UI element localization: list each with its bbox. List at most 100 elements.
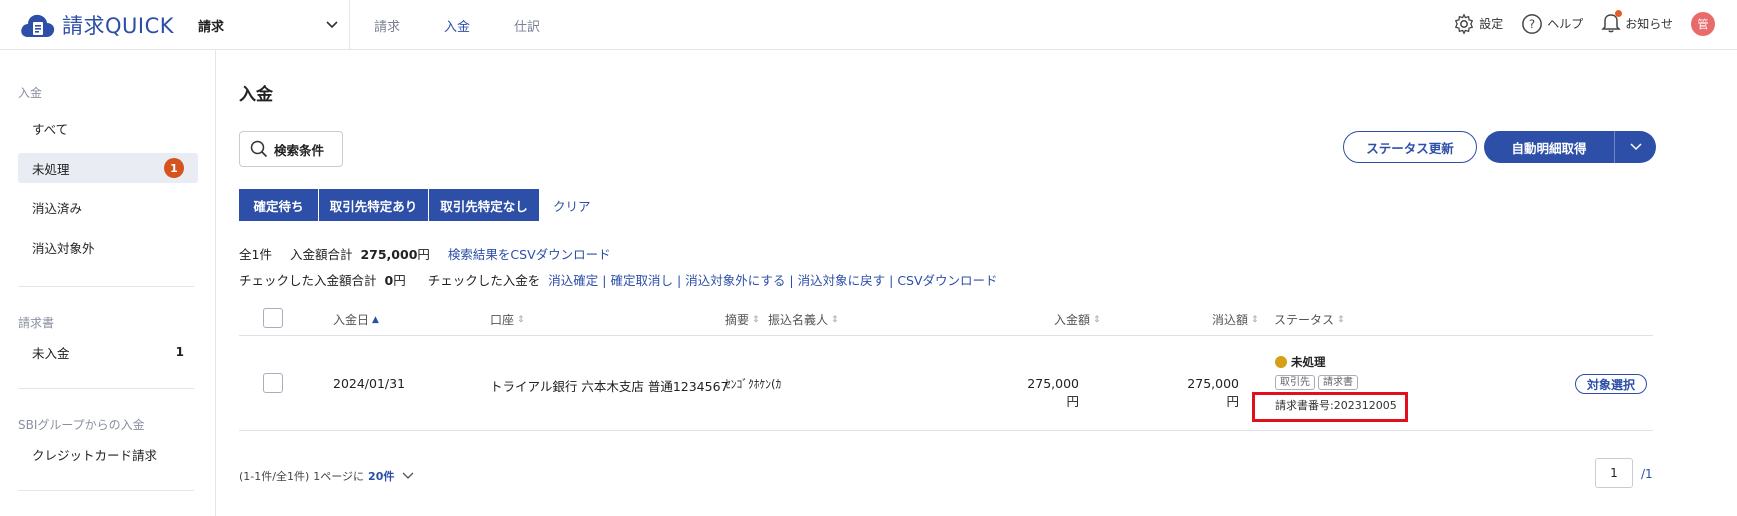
header-right: 設定 ? ヘルプ お知らせ 管 xyxy=(1453,10,1715,36)
status-label: 未処理 xyxy=(1291,355,1326,369)
checked-action-label: チェックした入金を xyxy=(427,273,541,288)
checked-amount: 0 xyxy=(384,273,394,288)
sidebar-divider xyxy=(18,286,194,287)
sidebar-item-label: クレジットカード請求 xyxy=(32,447,158,463)
product-select[interactable]: 請求 xyxy=(198,14,338,36)
auto-fetch-dropdown-button[interactable] xyxy=(1614,131,1656,163)
page-total: /1 xyxy=(1641,467,1653,481)
chevron-down-icon[interactable] xyxy=(402,472,414,480)
avatar[interactable]: 管 xyxy=(1691,11,1715,36)
column-header-label: 口座 xyxy=(490,313,515,327)
svg-text:?: ? xyxy=(1529,17,1535,31)
sort-asc-icon: ▲ xyxy=(372,314,379,325)
chevron-down-icon xyxy=(326,21,338,29)
column-header-label: 入金額 xyxy=(1054,313,1091,327)
checked-amount-label: チェックした入金額合計 xyxy=(239,273,377,288)
total-amount-label: 入金額合計 xyxy=(289,247,353,262)
status-update-button[interactable]: ステータス更新 xyxy=(1343,131,1477,163)
action-csv-download[interactable]: CSVダウンロード xyxy=(897,270,997,289)
total-amount-yen: 円 xyxy=(417,247,430,262)
sort-icon: ⇕ xyxy=(752,314,760,325)
action-confirm-clear[interactable]: 消込確定 xyxy=(548,270,598,289)
total-count: 全1件 xyxy=(239,247,272,262)
header-divider xyxy=(349,0,350,50)
select-all-checkbox[interactable] xyxy=(263,308,283,328)
sidebar-item-unprocessed[interactable]: 未処理 1 xyxy=(18,153,198,183)
page-number-input[interactable]: 1 xyxy=(1595,458,1633,488)
clear-filters-link[interactable]: クリア xyxy=(553,196,591,215)
column-header-label: ステータス xyxy=(1274,313,1335,327)
sidebar-section-sbi: SBIグループからの入金 xyxy=(18,418,145,432)
sidebar-divider xyxy=(18,388,194,389)
column-header-cleared[interactable]: 消込額 ⇕ xyxy=(1212,311,1259,328)
logo-text: 請求QUICK xyxy=(62,14,175,38)
column-header-payer[interactable]: 振込名義人 ⇕ xyxy=(768,311,839,328)
sort-icon: ⇕ xyxy=(1251,314,1259,325)
bell-wrap xyxy=(1601,10,1623,36)
sidebar-item-all[interactable]: すべて xyxy=(18,113,198,143)
sidebar-section-payment: 入金 xyxy=(18,86,43,100)
action-cancel-confirm[interactable]: 確定取消し xyxy=(610,270,673,289)
cell-payer: ｾﾝｺﾞｸﾎｹﾝ(ｶ xyxy=(725,377,782,391)
action-restore[interactable]: 消込対象に戻す xyxy=(798,270,886,289)
csv-download-results-link[interactable]: 検索結果をCSVダウンロード xyxy=(448,244,611,263)
separator: | xyxy=(789,273,794,288)
filter-pending-confirm[interactable]: 確定待ち xyxy=(239,189,319,221)
annotation-highlight-box xyxy=(1252,392,1408,422)
separator: | xyxy=(602,273,607,288)
settings-label: 設定 xyxy=(1479,17,1504,31)
sidebar-item-cleared[interactable]: 消込済み xyxy=(18,192,198,222)
auto-fetch-button[interactable]: 自動明細取得 xyxy=(1484,131,1614,163)
column-header-memo[interactable]: 摘要 ⇕ xyxy=(725,311,760,328)
select-target-button[interactable]: 対象選択 xyxy=(1575,374,1647,394)
sidebar-item-unpaid[interactable]: 未入金 1 xyxy=(18,337,198,367)
tag-customer: 取引先 xyxy=(1275,375,1315,390)
product-select-value: 請求 xyxy=(198,19,225,35)
action-exclude[interactable]: 消込対象外にする xyxy=(685,270,785,289)
summary-totals: 全1件 入金額合計 275,000円 検索結果をCSVダウンロード xyxy=(239,244,611,263)
status-pending-dot xyxy=(1275,356,1287,368)
help-label: ヘルプ xyxy=(1547,17,1584,31)
notifications-button[interactable]: お知らせ xyxy=(1601,10,1673,36)
pagination-info: (1-1件/全1件) 1ページに 20件 xyxy=(239,468,414,484)
status-filters: 確定待ち 取引先特定あり 取引先特定なし クリア xyxy=(239,189,591,221)
cell-amount: 275,000円 xyxy=(1027,376,1079,409)
sidebar: 入金 すべて 未処理 1 消込済み 消込対象外 請求書 未入金 1 SBIグルー… xyxy=(0,50,216,516)
column-header-label: 摘要 xyxy=(725,313,750,327)
auto-fetch-split-button: 自動明細取得 xyxy=(1484,131,1656,163)
search-conditions-label: 検索条件 xyxy=(274,142,325,158)
per-page-select[interactable]: 20件 xyxy=(368,468,394,484)
sidebar-section-invoice: 請求書 xyxy=(18,316,55,330)
checked-amount-yen: 円 xyxy=(393,273,406,288)
separator: | xyxy=(677,273,682,288)
row-checkbox[interactable] xyxy=(263,373,283,393)
column-header-account[interactable]: 口座 ⇕ xyxy=(490,311,525,328)
sidebar-item-excluded[interactable]: 消込対象外 xyxy=(18,232,198,262)
page-title: 入金 xyxy=(239,85,273,105)
top-nav: 請求 入金 仕訳 xyxy=(374,16,540,35)
nav-invoice[interactable]: 請求 xyxy=(374,16,400,35)
column-header-label: 消込額 xyxy=(1212,313,1249,327)
help-button[interactable]: ? ヘルプ xyxy=(1521,13,1583,35)
search-conditions-button[interactable]: 検索条件 xyxy=(239,131,343,167)
filter-customer-identified[interactable]: 取引先特定あり xyxy=(319,189,429,221)
separator: | xyxy=(889,273,894,288)
settings-button[interactable]: 設定 xyxy=(1453,12,1504,35)
cell-status: 未処理 xyxy=(1275,354,1326,370)
app-header: 請求QUICK 請求 請求 入金 仕訳 設定 ? ヘルプ お知らせ 管 xyxy=(0,0,1737,50)
table-row[interactable]: 2024/01/31 トライアル銀行 六本木支店 普通1234567 ｾﾝｺﾞｸ… xyxy=(239,337,1653,431)
chevron-down-icon xyxy=(1629,143,1642,151)
column-header-date[interactable]: 入金日 ▲ xyxy=(333,311,379,328)
app-logo[interactable]: 請求QUICK xyxy=(20,10,174,40)
column-header-status[interactable]: ステータス ⇕ xyxy=(1274,311,1345,328)
cloud-document-icon xyxy=(21,14,55,38)
column-header-amount[interactable]: 入金額 ⇕ xyxy=(1054,311,1101,328)
sort-icon: ⇕ xyxy=(1093,314,1101,325)
filter-customer-unidentified[interactable]: 取引先特定なし xyxy=(429,189,539,221)
range-text: (1-1件/全1件) xyxy=(239,470,310,483)
sidebar-item-credit-card[interactable]: クレジットカード請求 xyxy=(18,439,198,469)
nav-journal[interactable]: 仕訳 xyxy=(514,16,540,35)
nav-payment[interactable]: 入金 xyxy=(444,16,470,35)
tag-invoice: 請求書 xyxy=(1318,375,1358,390)
column-header-label: 振込名義人 xyxy=(768,313,829,327)
